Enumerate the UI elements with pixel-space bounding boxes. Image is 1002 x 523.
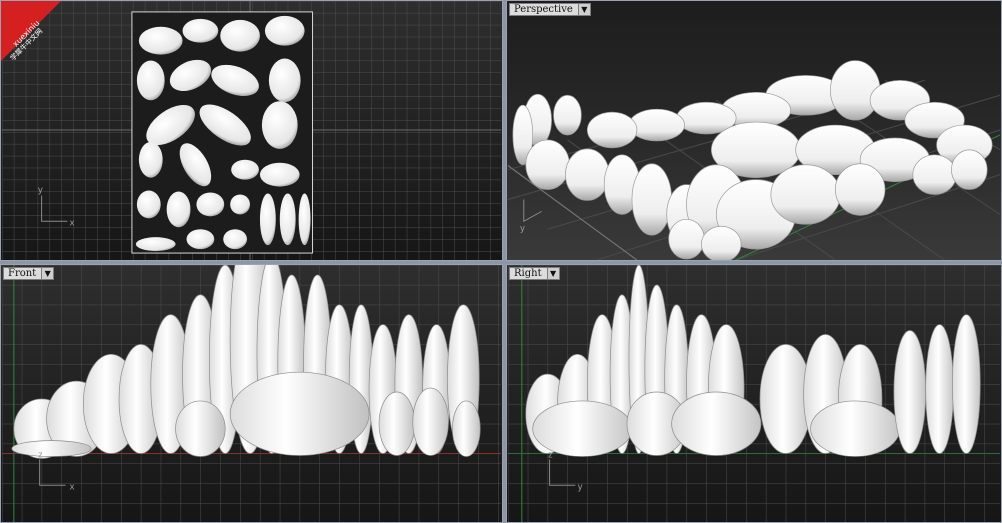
viewport-perspective[interactable]: y Perspective ▼ bbox=[506, 0, 1002, 261]
top-view-scene: y x bbox=[1, 1, 502, 260]
axis-indicator bbox=[523, 199, 542, 223]
viewport-title-tab[interactable]: Perspective ▼ bbox=[509, 3, 591, 16]
front-view-scene: z x bbox=[1, 265, 502, 522]
voronoi-panel-top[interactable] bbox=[131, 11, 314, 254]
viewport-right[interactable]: z y Right ▼ bbox=[506, 264, 1002, 523]
chevron-down-icon[interactable]: ▼ bbox=[577, 4, 590, 15]
xuexiniu-logo: xuexiniu 学犀牛中文网 bbox=[1, 1, 61, 61]
viewport-title: Right bbox=[514, 268, 542, 279]
axis-y-label: y bbox=[38, 186, 44, 196]
axis-y-label: y bbox=[577, 482, 583, 492]
axis-z-label: z bbox=[548, 451, 553, 461]
viewport-front[interactable]: z x Front ▼ bbox=[0, 264, 503, 523]
viewport-title-tab[interactable]: Right ▼ bbox=[509, 267, 560, 280]
viewport-title-tab[interactable]: Front ▼ bbox=[3, 267, 55, 280]
voronoi-model-perspective[interactable] bbox=[512, 60, 993, 260]
viewport-title: Front bbox=[8, 268, 37, 279]
right-view-scene: z y bbox=[507, 265, 1001, 522]
axis-x-label: x bbox=[69, 218, 75, 228]
axis-z-label: z bbox=[38, 451, 43, 461]
viewport-top[interactable]: y x xuexiniu 学犀牛中文网 bbox=[0, 0, 503, 261]
axis-x-label: x bbox=[69, 482, 75, 492]
chevron-down-icon[interactable]: ▼ bbox=[41, 268, 54, 279]
viewport-title: Perspective bbox=[514, 4, 573, 15]
axis-y-label: y bbox=[520, 224, 526, 234]
perspective-scene: y bbox=[507, 60, 1001, 260]
chevron-down-icon[interactable]: ▼ bbox=[546, 268, 559, 279]
